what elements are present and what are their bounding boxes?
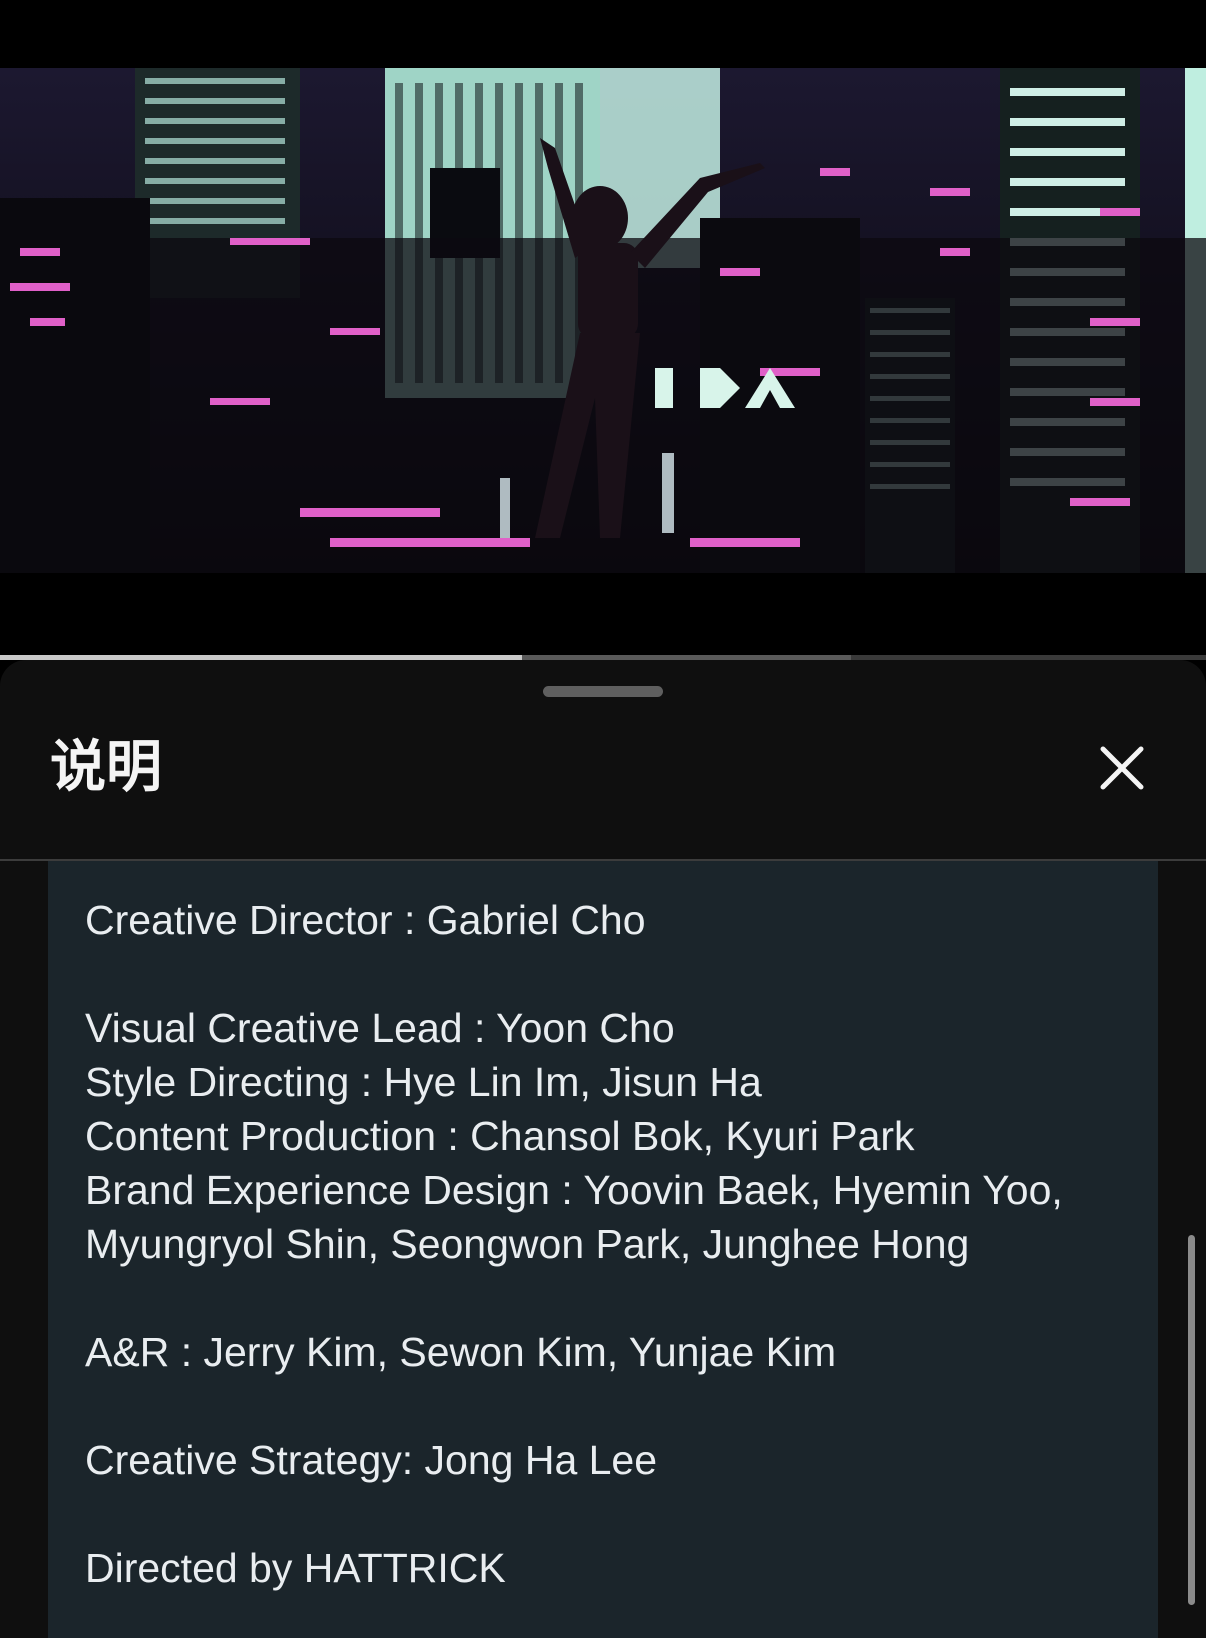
credit-a-and-r: A&R : Jerry Kim, Sewon Kim, Yunjae Kim [85, 1329, 837, 1375]
sheet-title: 说明 [50, 735, 162, 800]
video-player[interactable] [0, 0, 1206, 660]
close-icon [1100, 746, 1144, 790]
credit-visual-creative-lead: Visual Creative Lead : Yoon Cho [85, 1005, 675, 1051]
credit-spacer [85, 1271, 1158, 1325]
credits-box: Creative Director : Gabriel Cho Visual C… [48, 861, 1158, 1638]
video-still-image [0, 68, 1206, 573]
credit-style-directing: Style Directing : Hye Lin Im, Jisun Ha [85, 1059, 762, 1105]
credit-creative-strategy: Creative Strategy: Jong Ha Lee [85, 1437, 658, 1483]
scrollbar-thumb[interactable] [1188, 1235, 1195, 1605]
app-root: 说明 Creative Director : Gabriel Cho Visua… [0, 0, 1206, 1638]
credit-brand-experience-line-1: Brand Experience Design : Yoovin Baek, H… [85, 1167, 1063, 1213]
sheet-drag-handle[interactable] [543, 686, 663, 697]
credit-brand-experience-line-2: Myungryol Shin, Seongwon Park, Junghee H… [85, 1221, 970, 1267]
credit-spacer [85, 947, 1158, 1001]
credit-spacer [85, 1487, 1158, 1541]
video-frame[interactable] [0, 68, 1206, 573]
credit-spacer [85, 1379, 1158, 1433]
credit-directed-by: Directed by HATTRICK [85, 1545, 506, 1591]
close-button[interactable] [1094, 740, 1150, 796]
sheet-header: 说明 [0, 720, 1206, 820]
credit-creative-director: Creative Director : Gabriel Cho [85, 897, 646, 943]
description-sheet: 说明 Creative Director : Gabriel Cho Visua… [0, 660, 1206, 1638]
description-scroll-area[interactable]: Creative Director : Gabriel Cho Visual C… [0, 861, 1206, 1638]
credit-content-production: Content Production : Chansol Bok, Kyuri … [85, 1113, 915, 1159]
